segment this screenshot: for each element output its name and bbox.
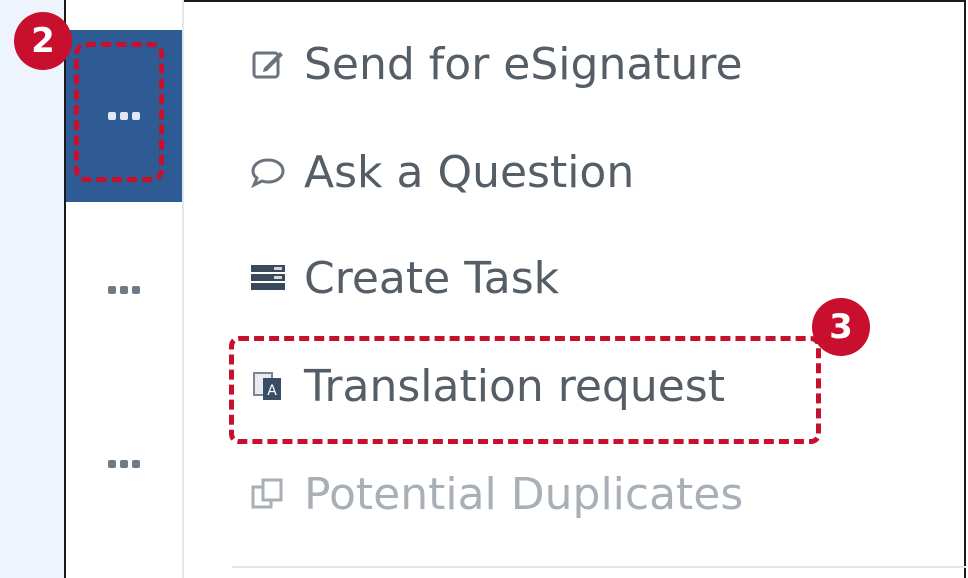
column-divider [182, 0, 184, 578]
more-actions-button[interactable] [66, 244, 182, 336]
speech-bubble-icon [246, 150, 290, 194]
menu-item-create-task[interactable]: Create Task [246, 248, 559, 308]
menu-item-label: Create Task [304, 252, 560, 304]
edit-icon [246, 42, 290, 86]
page-background-strip [0, 0, 66, 578]
menu-item-send-for-esignature[interactable]: Send for eSignature [246, 34, 743, 94]
task-list-icon [246, 256, 290, 300]
step-2-badge: 2 [14, 12, 72, 70]
menu-item-label: Ask a Question [304, 146, 635, 198]
ellipsis-icon [108, 460, 140, 468]
ellipsis-icon [108, 286, 140, 294]
menu-item-potential-duplicates[interactable]: Potential Duplicates [246, 464, 743, 524]
menu-item-label: Potential Duplicates [304, 468, 744, 520]
step-2-highlight [74, 42, 164, 182]
menu-item-ask-a-question[interactable]: Ask a Question [246, 142, 634, 202]
more-actions-button[interactable] [66, 418, 182, 510]
duplicate-icon [246, 472, 290, 516]
step-3-badge: 3 [812, 298, 870, 356]
menu-item-label: Send for eSignature [304, 38, 743, 90]
step-3-highlight [229, 336, 821, 444]
menu-divider [232, 566, 966, 568]
